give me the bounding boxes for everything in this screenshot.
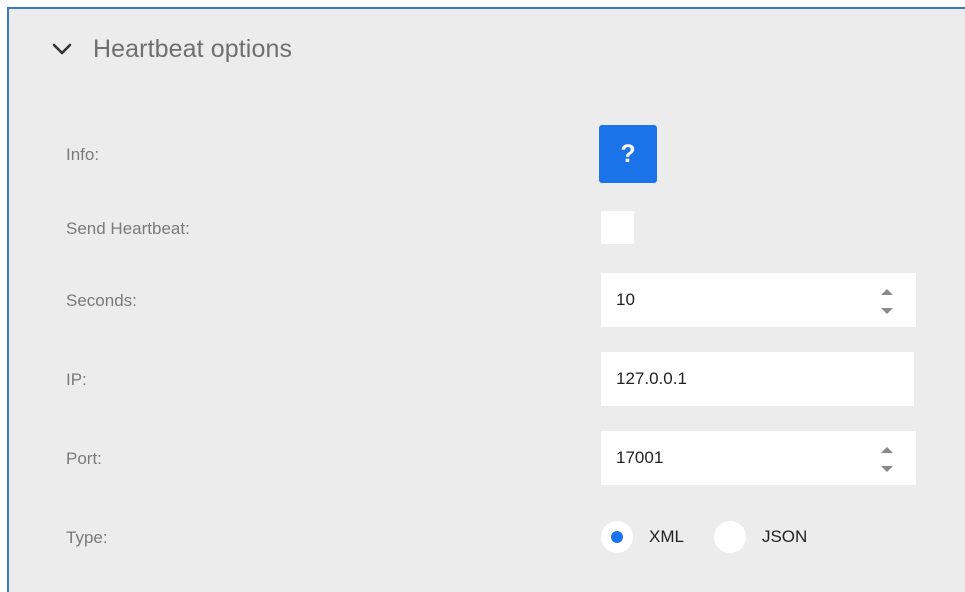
type-radio-group: XML JSON — [601, 521, 807, 553]
type-option-xml[interactable]: XML — [601, 521, 684, 553]
spinner-down-icon[interactable] — [881, 308, 893, 314]
heartbeat-options-panel: Heartbeat options Info: ? Send Heartbeat… — [7, 7, 965, 592]
send-heartbeat-checkbox[interactable] — [601, 211, 634, 244]
spinner-down-icon[interactable] — [881, 466, 893, 472]
send-heartbeat-label: Send Heartbeat: — [66, 219, 190, 238]
help-button[interactable]: ? — [599, 125, 657, 183]
radio-selected-dot — [611, 531, 623, 543]
radio-label-json: JSON — [761, 527, 808, 546]
spinner-up-icon[interactable] — [881, 447, 893, 453]
seconds-value: 10 — [616, 290, 635, 309]
port-input[interactable]: 17001 — [601, 431, 916, 485]
ip-input[interactable]: 127.0.0.1 — [601, 352, 914, 406]
port-label: Port: — [66, 449, 102, 468]
spinner-up-icon[interactable] — [881, 289, 893, 295]
seconds-spinner[interactable] — [878, 280, 898, 320]
section-title: Heartbeat options — [93, 34, 293, 63]
radio-json[interactable] — [713, 521, 746, 553]
port-spinner[interactable] — [878, 438, 898, 478]
ip-label: IP: — [66, 370, 87, 389]
radio-label-xml: XML — [649, 527, 684, 546]
port-value: 17001 — [616, 448, 664, 467]
type-label: Type: — [66, 528, 108, 547]
seconds-label: Seconds: — [66, 291, 137, 310]
radio-xml[interactable] — [601, 521, 633, 553]
section-header-toggle[interactable]: Heartbeat options — [51, 33, 292, 65]
chevron-down-icon — [52, 43, 72, 55]
type-option-json[interactable]: JSON — [713, 521, 808, 553]
help-icon: ? — [620, 139, 636, 168]
ip-value: 127.0.0.1 — [616, 369, 687, 388]
info-label: Info: — [66, 145, 100, 164]
seconds-input[interactable]: 10 — [601, 273, 916, 327]
